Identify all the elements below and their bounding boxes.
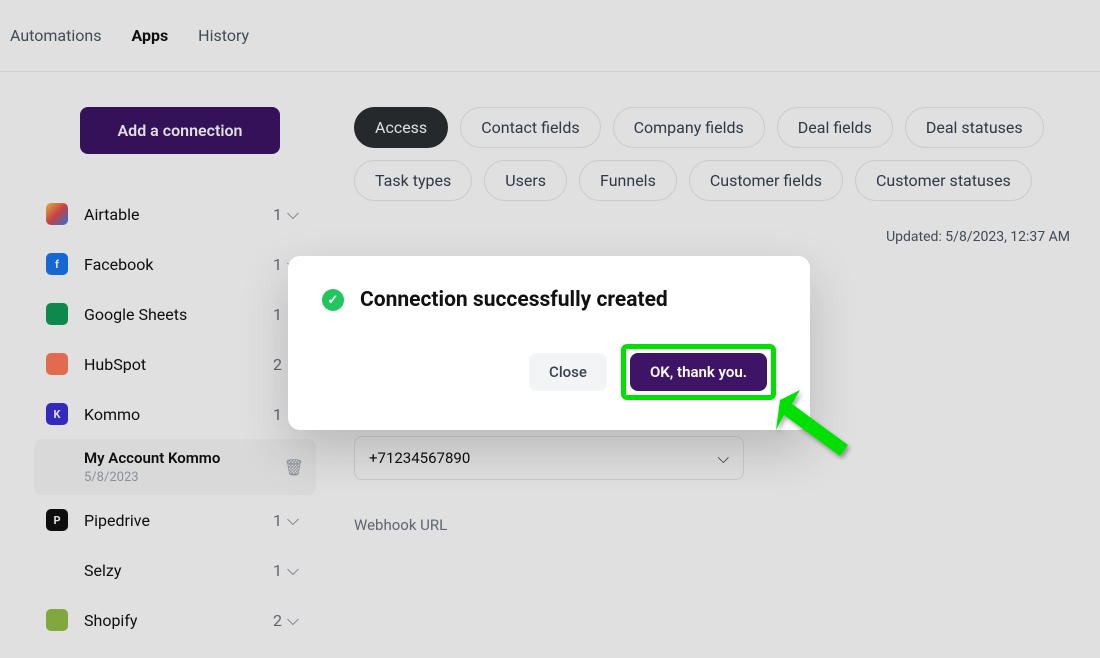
success-check-icon: ✓ (322, 289, 344, 311)
close-button[interactable]: Close (529, 353, 607, 391)
modal-title: Connection successfully created (360, 288, 668, 312)
ok-button[interactable]: OK, thank you. (630, 353, 767, 391)
ok-button-highlight: OK, thank you. (621, 344, 776, 400)
success-modal: ✓ Connection successfully created Close … (288, 256, 810, 430)
